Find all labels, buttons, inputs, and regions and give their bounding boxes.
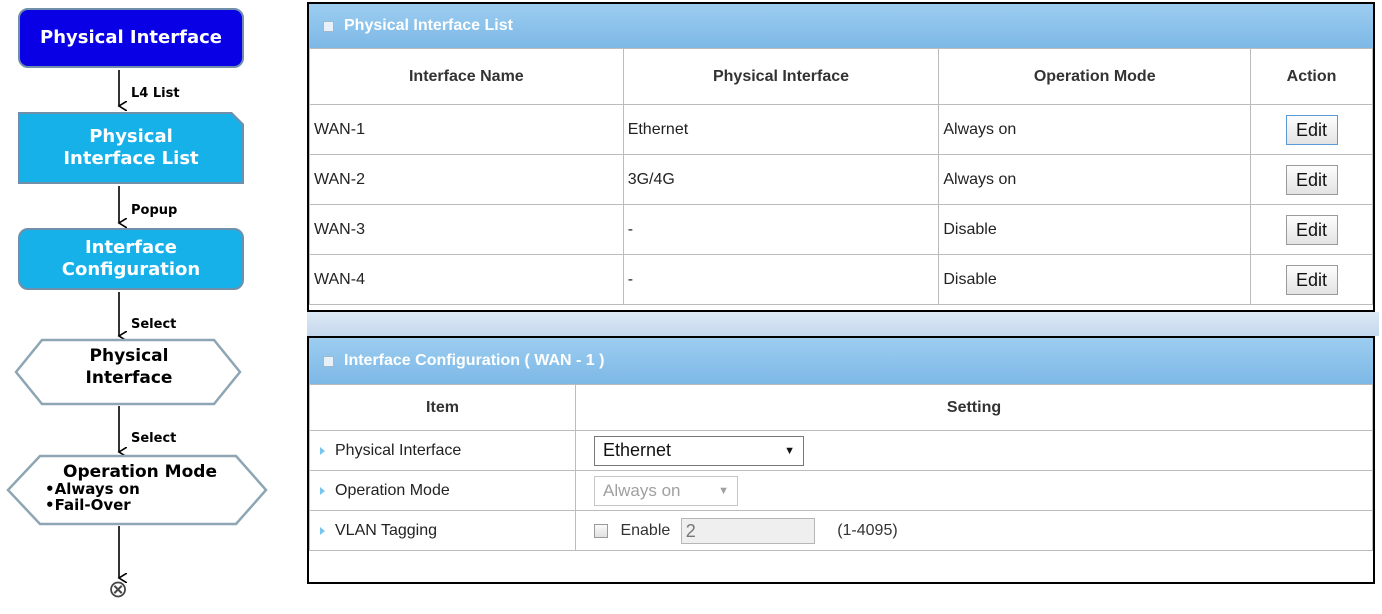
cell-interface-name: WAN-4	[309, 254, 624, 305]
edit-button-wan-2[interactable]: Edit	[1285, 164, 1338, 195]
physical-interface-select[interactable]: Ethernet ▼	[594, 435, 804, 466]
table-row: WAN-4 - Disable Edit	[309, 254, 1373, 305]
cell-physical-interface: -	[622, 204, 940, 255]
cell-operation-mode: Always on	[938, 154, 1252, 205]
config-row-vlan-tagging: VLAN Tagging Enable 2 (1-4095)	[309, 510, 1373, 551]
config-panel-header: Interface Configuration ( WAN - 1 )	[309, 338, 1373, 384]
config-panel-title: Interface Configuration ( WAN - 1 )	[344, 352, 605, 369]
chevron-down-icon: ▼	[784, 444, 795, 457]
edit-button-wan-3[interactable]: Edit	[1285, 214, 1338, 245]
vlan-enable-label: Enable	[620, 521, 671, 539]
list-panel-header: Physical Interface List	[309, 4, 1373, 48]
physical-interface-selected-value: Ethernet	[603, 440, 672, 460]
col-header-item: Item	[309, 384, 576, 431]
flow-node-interface-configuration: Interface Configuration	[18, 228, 244, 290]
flow-arrow-label-select-1: Select	[131, 317, 177, 332]
flow-node-config-line1: Interface	[84, 236, 178, 258]
flow-hexagon-line1: Physical	[89, 346, 169, 366]
cell-interface-name: WAN-3	[309, 204, 624, 255]
table-row: WAN-2 3G/4G Always on Edit	[309, 154, 1373, 205]
config-header-row: Item Setting	[309, 384, 1373, 431]
panel-separator-band	[307, 312, 1379, 336]
cell-physical-interface: 3G/4G	[622, 154, 940, 205]
flow-arrow-label-l4-list: L4 List	[131, 86, 180, 101]
operation-mode-label: Operation Mode	[335, 481, 450, 499]
bullet-triangle-icon	[320, 486, 325, 495]
config-label-cell: Operation Mode	[309, 470, 576, 511]
flow-node-list-line1: Physical	[89, 125, 173, 147]
cell-interface-name: WAN-1	[309, 104, 624, 155]
chevron-down-icon: ▼	[718, 484, 729, 497]
edit-button-wan-1[interactable]: Edit	[1285, 114, 1338, 145]
flow-hexagon-operation-mode-text: Operation Mode •Always on •Fail-Over	[40, 463, 240, 514]
vlan-range-hint: (1-4095)	[837, 521, 898, 539]
panel-collapse-icon[interactable]	[323, 355, 334, 367]
cell-operation-mode: Disable	[938, 204, 1252, 255]
vlan-tagging-label: VLAN Tagging	[335, 521, 437, 539]
config-setting-cell: Enable 2 (1-4095)	[575, 510, 1373, 551]
col-header-physical-interface: Physical Interface	[622, 48, 940, 105]
table-row: WAN-3 - Disable Edit	[309, 204, 1373, 255]
config-setting-cell: Always on ▼	[575, 470, 1373, 511]
table-row: WAN-1 Ethernet Always on Edit	[309, 104, 1373, 155]
physical-interface-list-panel: Physical Interface List Interface Name P…	[307, 2, 1375, 312]
cell-interface-name: WAN-2	[309, 154, 624, 205]
cell-action: Edit	[1250, 254, 1373, 305]
vlan-enable-checkbox[interactable]	[594, 523, 608, 538]
bullet-triangle-icon	[320, 526, 325, 535]
edit-button-wan-4[interactable]: Edit	[1285, 264, 1338, 295]
config-label-cell: VLAN Tagging	[309, 510, 576, 551]
flow-node-physical-interface-list: Physical Interface List	[18, 112, 244, 184]
flow-node-list-line2: Interface List	[63, 148, 199, 169]
flow-arrow-label-popup: Popup	[131, 203, 178, 218]
list-panel-title: Physical Interface List	[344, 17, 513, 34]
col-header-operation-mode: Operation Mode	[938, 48, 1252, 105]
interface-configuration-panel: Interface Configuration ( WAN - 1 ) Item…	[307, 336, 1375, 584]
table-header-row: Interface Name Physical Interface Operat…	[309, 48, 1373, 105]
panel-collapse-icon[interactable]	[323, 20, 334, 32]
interface-configuration-table: Item Setting Physical Interface Ethernet…	[309, 384, 1373, 551]
col-header-interface-name: Interface Name	[309, 48, 624, 105]
config-row-operation-mode: Operation Mode Always on ▼	[309, 470, 1373, 511]
flowchart: Physical Interface L4 List Physical Inte…	[0, 0, 280, 614]
operation-mode-selected-value: Always on	[603, 480, 681, 500]
config-setting-cell: Ethernet ▼	[575, 430, 1373, 471]
col-header-setting: Setting	[575, 384, 1373, 431]
config-label-cell: Physical Interface	[309, 430, 576, 471]
cell-physical-interface: Ethernet	[622, 104, 940, 155]
bullet-triangle-icon	[320, 446, 325, 455]
flow-hexagon-om-item2: •Fail-Over	[45, 495, 131, 514]
cell-physical-interface: -	[622, 254, 940, 305]
flow-arrow-label-select-2: Select	[131, 431, 177, 446]
cell-action: Edit	[1250, 104, 1373, 155]
physical-interface-label: Physical Interface	[335, 441, 462, 459]
flow-hexagon-line2: Interface	[85, 368, 173, 389]
flow-node-physical-interface: Physical Interface	[18, 8, 244, 68]
cell-action: Edit	[1250, 154, 1373, 205]
col-header-action: Action	[1250, 48, 1373, 105]
cell-operation-mode: Always on	[938, 104, 1252, 155]
vlan-id-input[interactable]: 2	[680, 517, 815, 544]
flow-end-icon: ⊗	[108, 576, 129, 603]
cell-operation-mode: Disable	[938, 254, 1252, 305]
flow-node-config-line2: Configuration	[61, 259, 201, 280]
cell-action: Edit	[1250, 204, 1373, 255]
physical-interface-table: Interface Name Physical Interface Operat…	[309, 48, 1373, 305]
operation-mode-select[interactable]: Always on ▼	[594, 475, 738, 506]
flow-node-physical-interface-label: Physical Interface	[40, 26, 222, 48]
config-row-physical-interface: Physical Interface Ethernet ▼	[309, 430, 1373, 471]
flow-hexagon-physical-interface-text: Physical Interface	[40, 345, 218, 389]
